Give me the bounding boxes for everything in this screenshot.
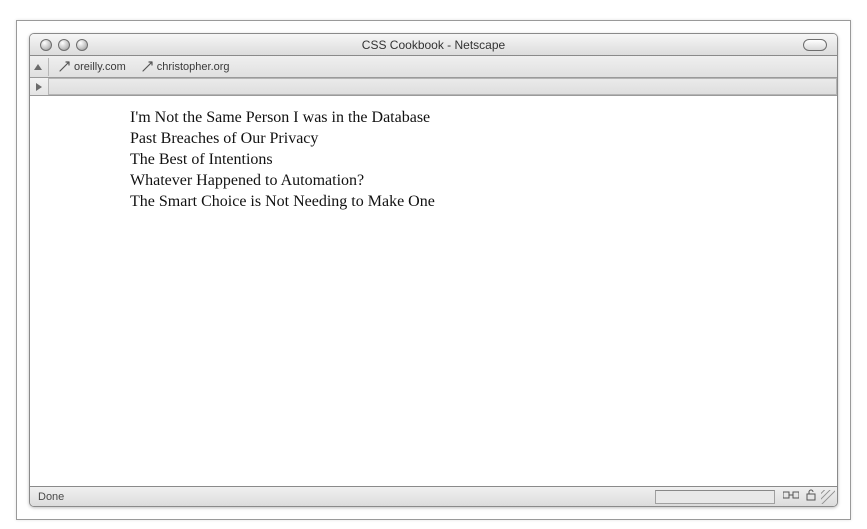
page-content: I'm Not the Same Person I was in the Dat… [30,96,837,486]
expand-right-icon[interactable] [36,83,42,91]
status-icons [783,489,817,504]
bookmark-icon [59,61,70,72]
tab-track [48,78,837,95]
titlebar: CSS Cookbook - Netscape [30,34,837,56]
close-button[interactable] [40,39,52,51]
connection-icon [783,489,799,504]
tab-bar [30,78,837,96]
expand-up-icon[interactable] [34,64,42,70]
window-controls [30,39,88,51]
bookmark-oreilly[interactable]: oreilly.com [51,61,134,73]
toolbar-separator [48,58,49,76]
content-line: The Smart Choice is Not Needing to Make … [130,192,837,212]
bookmarks-toolbar: oreilly.com christopher.org [30,56,837,78]
content-line: The Best of Intentions [130,150,837,170]
minimize-button[interactable] [58,39,70,51]
content-line: Whatever Happened to Automation? [130,171,837,191]
zoom-button[interactable] [76,39,88,51]
resize-grip-icon[interactable] [821,490,835,504]
browser-window: CSS Cookbook - Netscape oreilly.com chri… [29,33,838,507]
window-title: CSS Cookbook - Netscape [30,38,837,52]
content-line: I'm Not the Same Person I was in the Dat… [130,108,837,128]
toolbar-toggle-button[interactable] [803,39,827,51]
bookmark-icon [142,61,153,72]
outer-frame: CSS Cookbook - Netscape oreilly.com chri… [16,20,851,520]
bookmark-label: oreilly.com [74,61,126,73]
content-line: Past Breaches of Our Privacy [130,129,837,149]
status-bar: Done [30,486,837,506]
bookmark-christopher[interactable]: christopher.org [134,61,238,73]
lock-open-icon [805,489,817,504]
status-progress-well [655,490,775,504]
bookmark-label: christopher.org [157,61,230,73]
status-text: Done [38,491,655,503]
